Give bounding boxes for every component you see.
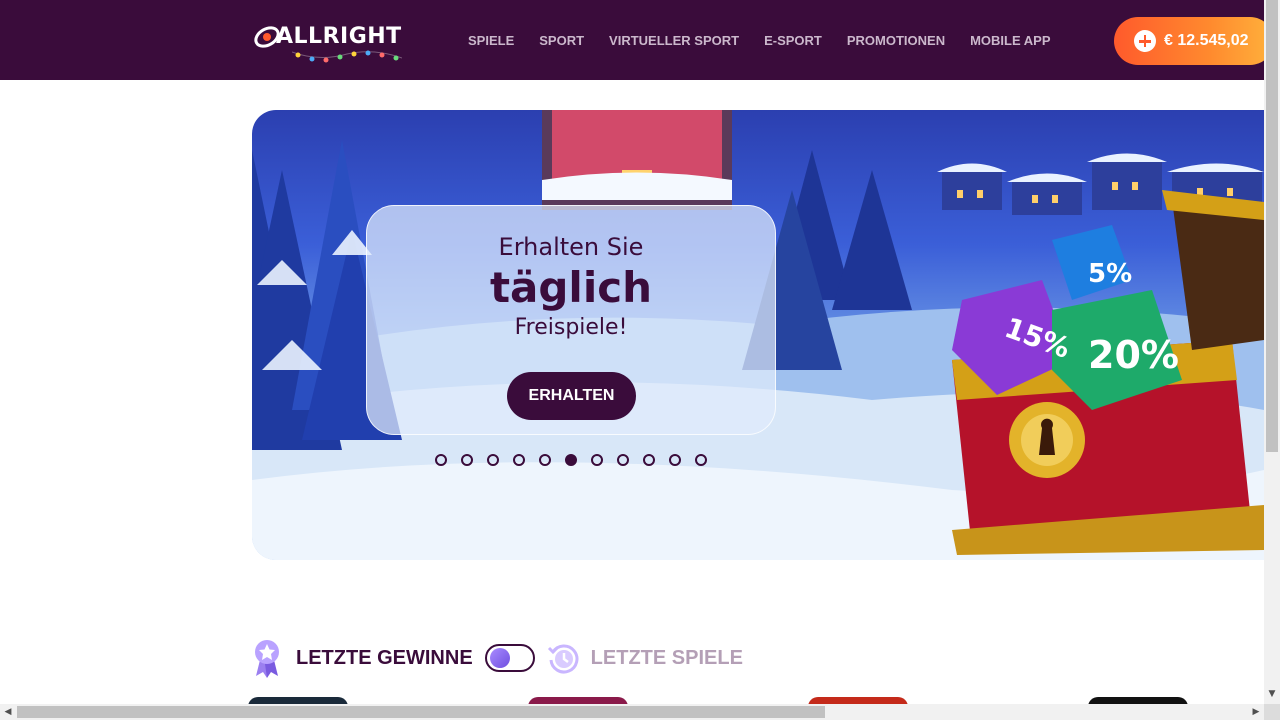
horizontal-scroll-thumb[interactable] [17, 706, 825, 718]
discount-5-label: 5% [1088, 259, 1132, 289]
scroll-right-arrow[interactable]: ▶ [1248, 704, 1264, 720]
deposit-balance-button[interactable]: € 12.545,02 [1114, 17, 1274, 65]
christmas-lights-icon [292, 50, 402, 63]
carousel-dot[interactable] [461, 454, 473, 466]
carousel-dot-active[interactable] [565, 454, 577, 466]
tab-letzte-spiele[interactable]: LETZTE SPIELE [591, 647, 743, 670]
carousel-dot[interactable] [669, 454, 681, 466]
scroll-left-arrow[interactable]: ◀ [0, 704, 16, 720]
carousel-dot[interactable] [513, 454, 525, 466]
vertical-scrollbar[interactable]: ▼ [1264, 0, 1280, 704]
carousel-dot[interactable] [435, 454, 447, 466]
carousel-dot[interactable] [643, 454, 655, 466]
scrollbar-corner [1264, 704, 1280, 720]
carousel-dot[interactable] [539, 454, 551, 466]
erhalten-button[interactable]: ERHALTEN [507, 372, 636, 420]
logo-text: ALLRIGHT [276, 24, 402, 49]
scroll-down-arrow[interactable]: ▼ [1264, 686, 1280, 702]
top-header: ALLRIGHT SPIELE SPORT VIRTUELLER SPORT E… [0, 0, 1274, 80]
main-nav: SPIELE SPORT VIRTUELLER SPORT E-SPORT PR… [468, 33, 1051, 48]
carousel-dot[interactable] [617, 454, 629, 466]
nav-item-sport[interactable]: SPORT [539, 33, 584, 48]
plus-icon [1134, 30, 1156, 52]
carousel-dot[interactable] [487, 454, 499, 466]
balance-amount: € 12.545,02 [1164, 32, 1249, 49]
nav-item-e-sport[interactable]: E-SPORT [764, 33, 822, 48]
history-clock-icon [547, 644, 579, 674]
toggle-knob [489, 648, 510, 668]
discount-20-label: 20% [1088, 333, 1179, 377]
carousel-dot[interactable] [591, 454, 603, 466]
promo-banner: 5% 15% 20% Erhalten Sie täglich Freispie… [252, 110, 1264, 560]
promo-heading-line1: Erhalten Sie [498, 233, 644, 261]
promo-heading-line3: Freispiele! [514, 315, 628, 340]
carousel-dots [435, 454, 707, 466]
promo-heading-line2: täglich [489, 263, 653, 312]
nav-item-virtueller-sport[interactable]: VIRTUELLER SPORT [609, 33, 739, 48]
medal-icon [255, 640, 279, 678]
wins-games-toggle[interactable] [484, 644, 535, 672]
nav-item-promotionen[interactable]: PROMOTIONEN [847, 33, 945, 48]
nav-item-mobile-app[interactable]: MOBILE APP [970, 33, 1050, 48]
carousel-dot[interactable] [695, 454, 707, 466]
horizontal-scrollbar[interactable]: ◀ ▶ [0, 704, 1264, 720]
recent-activity-tabs: LETZTE GEWINNE LETZTE SPIELE [252, 636, 743, 680]
promo-card: Erhalten Sie täglich Freispiele! ERHALTE… [366, 205, 776, 435]
nav-item-spiele[interactable]: SPIELE [468, 33, 514, 48]
vertical-scroll-thumb[interactable] [1266, 0, 1278, 452]
allright-logo[interactable]: ALLRIGHT [252, 18, 402, 64]
tab-letzte-gewinne[interactable]: LETZTE GEWINNE [296, 647, 473, 670]
